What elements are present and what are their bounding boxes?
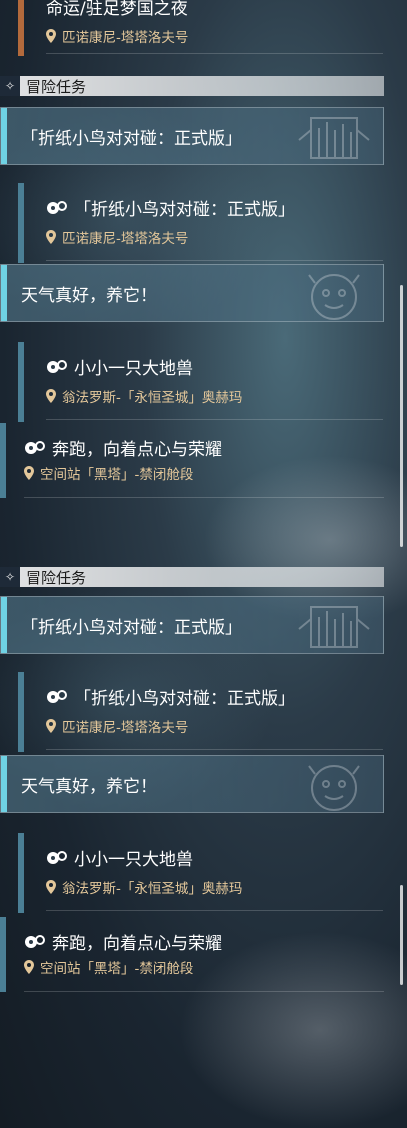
item-bar <box>18 672 24 752</box>
item-bar <box>0 423 6 498</box>
task-group-header[interactable]: 天气真好，养它！ <box>0 755 384 813</box>
task-group-header[interactable]: 天气真好，养它！ <box>0 264 384 322</box>
section-title: 冒险任务 <box>26 77 87 96</box>
item-bar <box>18 183 24 263</box>
mission-name-text: 奔跑，向着点心与荣耀 <box>52 440 222 460</box>
divider <box>46 419 383 420</box>
mission-name: 奔跑，向着点心与荣耀 <box>24 435 222 460</box>
accent-bar <box>1 756 7 812</box>
scrollbar[interactable] <box>400 285 403 547</box>
task-group-title: 天气真好，养它！ <box>21 776 157 797</box>
top-item-location: 匹诺康尼-塔塔洛夫号 <box>46 26 188 46</box>
accent-bar <box>1 108 7 164</box>
location-pin-icon <box>46 880 56 894</box>
mission-icon <box>25 934 45 948</box>
mission-icon <box>47 850 67 864</box>
mission-name-text: 「折纸小鸟对对碰：正式版」 <box>74 689 295 709</box>
task-group-title: 「折纸小鸟对对碰：正式版」 <box>21 128 242 149</box>
mission-item[interactable]: 小小一只大地兽 翁法罗斯-「永恒圣城」奥赫玛 <box>18 833 383 913</box>
task-group-header[interactable]: 「折纸小鸟对对碰：正式版」 <box>0 596 384 654</box>
divider <box>46 260 383 261</box>
mission-item[interactable]: 「折纸小鸟对对碰：正式版」 匹诺康尼-塔塔洛夫号 <box>18 183 383 263</box>
mission-name-text: 小小一只大地兽 <box>74 850 193 870</box>
mission-name: 「折纸小鸟对对碰：正式版」 <box>46 195 295 220</box>
mission-icon <box>47 200 67 214</box>
mission-icon <box>47 359 67 373</box>
building-emblem-icon <box>298 117 370 159</box>
location-pin-icon <box>46 719 56 733</box>
mascot-emblem-icon <box>308 274 360 320</box>
top-mission-item[interactable]: 命运/驻足梦国之夜 匹诺康尼-塔塔洛夫号 <box>18 0 383 56</box>
mission-icon <box>25 440 45 454</box>
task-group-title: 「折纸小鸟对对碰：正式版」 <box>21 617 242 638</box>
mission-location-text: 翁法罗斯-「永恒圣城」奥赫玛 <box>62 881 243 897</box>
mission-location-text: 空间站「黑塔」-禁闭舱段 <box>40 467 194 483</box>
accent-bar <box>1 597 7 653</box>
mission-panel-1: ✧ 冒险任务 「折纸小鸟对对碰：正式版」 「折纸小鸟对对碰：正式版」 匹诺康尼-… <box>0 76 407 498</box>
mission-icon <box>47 689 67 703</box>
top-item-location-text: 匹诺康尼-塔塔洛夫号 <box>62 30 189 46</box>
mission-name: 小小一只大地兽 <box>46 845 193 870</box>
top-item-bar <box>18 0 24 56</box>
mission-location-text: 匹诺康尼-塔塔洛夫号 <box>62 231 189 247</box>
section-header: ✧ 冒险任务 <box>0 567 384 587</box>
mission-name: 奔跑，向着点心与荣耀 <box>24 929 222 954</box>
mission-location: 翁法罗斯-「永恒圣城」奥赫玛 <box>46 386 242 406</box>
location-pin-icon <box>24 960 34 974</box>
task-group-title: 天气真好，养它！ <box>21 285 157 306</box>
location-pin-icon <box>24 466 34 480</box>
scrollbar[interactable] <box>400 885 403 985</box>
section-header: ✧ 冒险任务 <box>0 76 384 96</box>
task-group-header[interactable]: 「折纸小鸟对对碰：正式版」 <box>0 107 384 165</box>
item-bar <box>18 833 24 913</box>
divider <box>46 749 383 750</box>
mission-name-text: 奔跑，向着点心与荣耀 <box>52 934 222 954</box>
mission-name-text: 小小一只大地兽 <box>74 359 193 379</box>
section-title: 冒险任务 <box>26 568 87 587</box>
divider <box>46 53 383 54</box>
mission-panel-2: ✧ 冒险任务 「折纸小鸟对对碰：正式版」 「折纸小鸟对对碰：正式版」 匹诺康尼-… <box>0 567 407 992</box>
mission-name: 「折纸小鸟对对碰：正式版」 <box>46 684 295 709</box>
mission-name: 小小一只大地兽 <box>46 354 193 379</box>
item-bar <box>0 917 6 992</box>
diamond-icon: ✧ <box>0 567 20 587</box>
mission-item[interactable]: 「折纸小鸟对对碰：正式版」 匹诺康尼-塔塔洛夫号 <box>18 672 383 752</box>
divider <box>24 991 384 992</box>
divider <box>24 497 384 498</box>
mission-item[interactable]: 小小一只大地兽 翁法罗斯-「永恒圣城」奥赫玛 <box>18 342 383 422</box>
accent-bar <box>1 265 7 321</box>
diamond-icon: ✧ <box>0 76 20 96</box>
mission-location: 翁法罗斯-「永恒圣城」奥赫玛 <box>46 877 242 897</box>
item-bar <box>18 342 24 422</box>
mascot-emblem-icon <box>308 765 360 811</box>
mission-location: 空间站「黑塔」-禁闭舱段 <box>24 463 193 483</box>
location-pin-icon <box>46 389 56 403</box>
top-item-name: 命运/驻足梦国之夜 <box>46 0 188 19</box>
mission-location-text: 匹诺康尼-塔塔洛夫号 <box>62 720 189 736</box>
mission-location: 空间站「黑塔」-禁闭舱段 <box>24 957 193 977</box>
building-emblem-icon <box>298 606 370 648</box>
mission-location-text: 空间站「黑塔」-禁闭舱段 <box>40 961 194 977</box>
mission-item[interactable]: 奔跑，向着点心与荣耀 空间站「黑塔」-禁闭舱段 <box>0 423 384 498</box>
mission-location-text: 翁法罗斯-「永恒圣城」奥赫玛 <box>62 390 243 406</box>
divider <box>46 910 383 911</box>
mission-location: 匹诺康尼-塔塔洛夫号 <box>46 716 188 736</box>
mission-item[interactable]: 奔跑，向着点心与荣耀 空间站「黑塔」-禁闭舱段 <box>0 917 384 992</box>
mission-name-text: 「折纸小鸟对对碰：正式版」 <box>74 200 295 220</box>
mission-location: 匹诺康尼-塔塔洛夫号 <box>46 227 188 247</box>
location-pin-icon <box>46 29 56 43</box>
location-pin-icon <box>46 230 56 244</box>
